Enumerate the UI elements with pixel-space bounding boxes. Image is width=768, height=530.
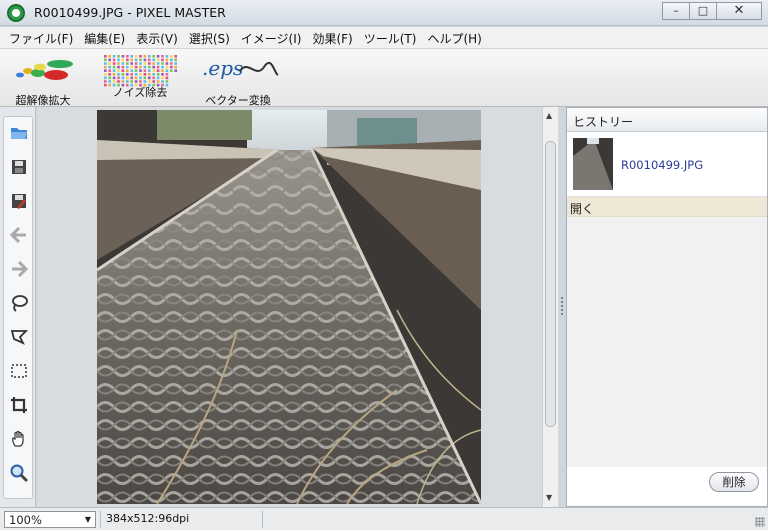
zoom-select[interactable]: 100% ▼ <box>4 511 96 528</box>
close-button[interactable]: ✕ <box>716 2 762 20</box>
image-info: 384x512:96dpi <box>106 512 190 525</box>
super-resolution-button[interactable]: 超解像拡大 <box>8 53 78 108</box>
vector-convert-button[interactable]: .eps ベクター変換 <box>196 53 280 108</box>
canvas-vertical-scrollbar[interactable]: ▲ ▼ <box>542 107 558 507</box>
history-panel: ヒストリー R0010499.JPG 開く 削除 <box>566 107 768 507</box>
super-resolution-icon <box>8 53 78 85</box>
left-toolbar <box>0 107 36 507</box>
history-file-name: R0010499.JPG <box>621 158 704 172</box>
scroll-up-icon[interactable]: ▲ <box>546 111 552 120</box>
resize-grip-icon[interactable] <box>755 517 765 527</box>
super-resolution-label: 超解像拡大 <box>15 94 71 107</box>
open-folder-icon[interactable] <box>9 123 29 143</box>
eps-logo-text: .eps <box>202 56 243 80</box>
noise-reduction-icon <box>100 53 180 87</box>
zoom-value: 100% <box>9 513 42 527</box>
history-file-row[interactable]: R0010499.JPG <box>567 132 767 197</box>
noise-reduction-button[interactable]: ノイズ除去 <box>100 53 180 100</box>
menu-tools[interactable]: ツール(T) <box>359 27 423 48</box>
menu-bar: ファイル(F) 編集(E) 表示(V) 選択(S) イメージ(I) 効果(F) … <box>0 27 768 49</box>
chevron-down-icon: ▼ <box>84 515 91 524</box>
menu-view[interactable]: 表示(V) <box>131 27 184 48</box>
title-bar: R0010499.JPG - PIXEL MASTER – □ ✕ <box>0 0 768 26</box>
menu-select[interactable]: 選択(S) <box>184 27 236 48</box>
image-canvas[interactable] <box>37 107 542 507</box>
history-thumbnail <box>573 138 613 190</box>
status-divider <box>262 511 263 528</box>
undo-arrow-icon[interactable] <box>9 225 29 245</box>
window-title: R0010499.JPG - PIXEL MASTER <box>34 5 226 20</box>
lasso-icon[interactable] <box>9 293 29 313</box>
vector-convert-label: ベクター変換 <box>205 94 271 107</box>
status-divider <box>100 511 101 528</box>
maximize-button[interactable]: □ <box>689 2 716 20</box>
history-list-area <box>567 217 767 467</box>
save-as-icon[interactable] <box>9 191 29 211</box>
main-toolbar: 超解像拡大 ノイズ除去 .eps ベクター変換 <box>0 49 768 107</box>
history-title: ヒストリー <box>567 108 767 132</box>
eps-vector-icon: .eps <box>196 53 280 85</box>
scroll-down-icon[interactable]: ▼ <box>546 493 552 502</box>
status-bar: 100% ▼ 384x512:96dpi <box>0 507 768 530</box>
delete-button[interactable]: 削除 <box>709 472 759 492</box>
splitter-grip-icon <box>561 297 563 315</box>
window-controls: – □ ✕ <box>662 2 762 20</box>
menu-edit[interactable]: 編集(E) <box>79 27 131 48</box>
menu-effects[interactable]: 効果(F) <box>307 27 358 48</box>
redo-arrow-icon[interactable] <box>9 259 29 279</box>
photo-railway-grating <box>97 110 481 504</box>
app-logo-icon <box>7 4 25 22</box>
tool-palette <box>3 116 33 499</box>
history-step-open[interactable]: 開く <box>567 197 767 217</box>
menu-file[interactable]: ファイル(F) <box>4 27 79 48</box>
panel-splitter[interactable] <box>558 107 566 507</box>
menu-image[interactable]: イメージ(I) <box>236 27 308 48</box>
rect-select-icon[interactable] <box>9 361 29 381</box>
save-icon[interactable] <box>9 157 29 177</box>
hand-icon[interactable] <box>9 429 29 449</box>
polygon-lasso-icon[interactable] <box>9 327 29 347</box>
minimize-button[interactable]: – <box>662 2 689 20</box>
zoom-icon[interactable] <box>9 463 29 483</box>
menu-help[interactable]: ヘルプ(H) <box>422 27 487 48</box>
crop-icon[interactable] <box>9 395 29 415</box>
scroll-thumb[interactable] <box>545 141 556 427</box>
